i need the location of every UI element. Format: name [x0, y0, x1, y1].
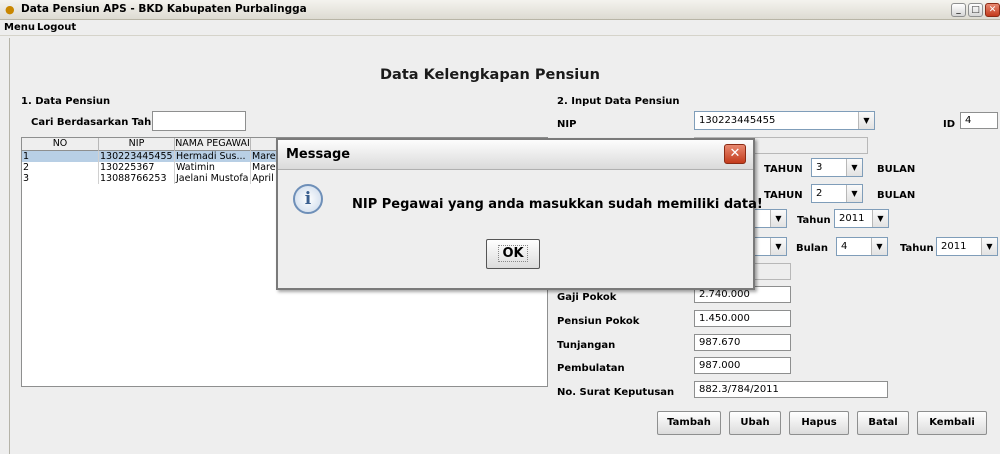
col-nama-pegawai[interactable]: NAMA PEGAWAI	[175, 138, 251, 151]
search-year-input[interactable]	[152, 111, 246, 131]
cell-no: 2	[22, 162, 99, 173]
cell-nip: 130225367	[99, 162, 175, 173]
pembulatan-field[interactable]: 987.000	[694, 357, 791, 374]
date2-day-combobox[interactable]: ▼	[752, 237, 787, 256]
menu-bar: Menu Logout	[0, 20, 1000, 36]
date2-month-combobox[interactable]: 4 ▼	[836, 237, 888, 256]
menu-menu[interactable]: Menu	[4, 22, 35, 33]
nip-label: NIP	[557, 119, 577, 130]
gaji-pokok-label: Gaji Pokok	[557, 292, 617, 303]
surat-keputusan-field[interactable]: 882.3/784/2011	[694, 381, 888, 398]
ok-button[interactable]: OK	[486, 239, 540, 269]
app-icon: ●	[5, 3, 15, 16]
col-no[interactable]: NO	[22, 138, 99, 151]
close-button[interactable]: ✕	[985, 3, 1000, 17]
date1-year-combobox[interactable]: 2011 ▼	[834, 209, 889, 228]
nip-combobox[interactable]: 130223445455 ▼	[694, 111, 875, 130]
page-title: Data Kelengkapan Pensiun	[380, 67, 600, 83]
bulan-label-2: BULAN	[877, 190, 916, 201]
tambah-button[interactable]: Tambah	[657, 411, 721, 435]
chevron-down-icon[interactable]: ▼	[770, 238, 786, 255]
batal-button[interactable]: Batal	[857, 411, 909, 435]
id-label: ID	[943, 119, 956, 130]
message-dialog: Message ✕ i NIP Pegawai yang anda masukk…	[276, 138, 763, 290]
dialog-title-bar: Message ✕	[278, 140, 753, 170]
date1-year-value: 2011	[839, 213, 865, 224]
masa-kerja-tahun-combobox[interactable]: 3 ▼	[811, 158, 863, 177]
dialog-title: Message	[286, 147, 351, 162]
masa-kerja-2-value: 2	[816, 188, 823, 199]
cell-nama: Hermadi Sus...	[175, 151, 251, 162]
id-field[interactable]: 4	[960, 112, 998, 129]
chevron-down-icon[interactable]: ▼	[858, 112, 874, 129]
minimize-button[interactable]: _	[951, 3, 966, 17]
chevron-down-icon[interactable]: ▼	[871, 238, 887, 255]
bulan-label-1: BULAN	[877, 164, 916, 175]
pensiun-pokok-field[interactable]: 1.450.000	[694, 310, 791, 327]
chevron-down-icon[interactable]: ▼	[981, 238, 997, 255]
cell-nama: Jaelani Mustofa	[175, 173, 251, 184]
chevron-down-icon[interactable]: ▼	[770, 210, 786, 227]
masa-kerja-2-combobox[interactable]: 2 ▼	[811, 184, 863, 203]
menu-logout[interactable]: Logout	[37, 22, 76, 33]
tahun-label-4: Tahun	[900, 243, 934, 254]
maximize-button[interactable]: □	[968, 3, 983, 17]
date2-year-value: 2011	[941, 241, 967, 252]
col-nip[interactable]: NIP	[99, 138, 175, 151]
hapus-button[interactable]: Hapus	[789, 411, 849, 435]
title-bar: ● Data Pensiun APS - BKD Kabupaten Purba…	[0, 0, 1000, 20]
date2-month-value: 4	[841, 241, 848, 252]
app-window: ● Data Pensiun APS - BKD Kabupaten Purba…	[0, 0, 1000, 454]
tahun-label-2: TAHUN	[764, 190, 803, 201]
nip-value: 130223445455	[699, 115, 776, 126]
search-year-label: Cari Berdasarkan Tahun	[31, 117, 166, 128]
cell-nip: 13088766253	[99, 173, 175, 184]
info-icon: i	[293, 184, 323, 214]
pembulatan-label: Pembulatan	[557, 363, 625, 374]
bulan-label-3: Bulan	[796, 243, 829, 254]
cell-no: 1	[22, 151, 99, 162]
tahun-label-1: TAHUN	[764, 164, 803, 175]
cell-nip: 130223445455	[99, 151, 175, 162]
cell-nama: Watimin	[175, 162, 251, 173]
pensiun-pokok-label: Pensiun Pokok	[557, 316, 640, 327]
surat-keputusan-label: No. Surat Keputusan	[557, 387, 675, 398]
cell-no: 3	[22, 173, 99, 184]
date2-year-combobox[interactable]: 2011 ▼	[936, 237, 998, 256]
tunjangan-label: Tunjangan	[557, 340, 616, 351]
ubah-button[interactable]: Ubah	[729, 411, 781, 435]
section-input-data-pensiun: 2. Input Data Pensiun	[557, 96, 680, 107]
dialog-message: NIP Pegawai yang anda masukkan sudah mem…	[352, 197, 763, 212]
chevron-down-icon[interactable]: ▼	[846, 185, 862, 202]
section-data-pensiun: 1. Data Pensiun	[21, 96, 111, 107]
chevron-down-icon[interactable]: ▼	[872, 210, 888, 227]
tunjangan-field[interactable]: 987.670	[694, 334, 791, 351]
window-title: Data Pensiun APS - BKD Kabupaten Purbali…	[21, 3, 307, 15]
tahun-label-3: Tahun	[797, 215, 831, 226]
chevron-down-icon[interactable]: ▼	[846, 159, 862, 176]
masa-kerja-tahun-value: 3	[816, 162, 823, 173]
ok-button-label: OK	[498, 245, 528, 262]
kembali-button[interactable]: Kembali	[917, 411, 987, 435]
dialog-close-button[interactable]: ✕	[724, 144, 746, 164]
